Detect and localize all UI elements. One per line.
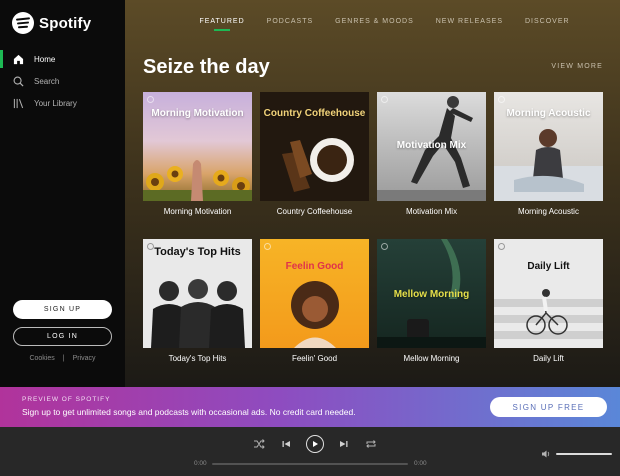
playlist-card[interactable]: Today's Top Hits Today's Top Hits [143, 239, 252, 363]
sign-up-free-button[interactable]: SIGN UP FREE [490, 397, 607, 417]
sidebar-item-label: Your Library [34, 98, 77, 108]
cookies-link[interactable]: Cookies [29, 355, 54, 362]
playlist-card[interactable]: Feelin Good Feelin' Good [260, 239, 369, 363]
view-more-link[interactable]: VIEW MORE [551, 63, 603, 70]
privacy-link[interactable]: Privacy [73, 355, 96, 362]
volume-icon[interactable] [541, 449, 551, 459]
sidebar-item-label: Search [34, 76, 60, 86]
playlist-card[interactable]: Morning Motivation Morning Motivation [143, 92, 252, 216]
sidebar-item-home[interactable]: Home [0, 48, 125, 70]
previous-track-icon[interactable] [279, 437, 293, 451]
logo-text: Spotify [39, 14, 92, 32]
sign-up-button[interactable]: SIGN UP [13, 300, 112, 319]
home-icon [13, 54, 24, 64]
playlist-card[interactable]: Motivation Mix Motivation Mix [377, 92, 486, 216]
playlist-card[interactable]: Mellow Morning Mellow Morning [377, 239, 486, 363]
next-track-icon[interactable] [337, 437, 351, 451]
repeat-icon[interactable] [364, 437, 378, 451]
cover-text: Today's Top Hits [154, 246, 241, 258]
spotify-logo-icon [12, 12, 34, 34]
search-icon [13, 76, 24, 87]
playlist-title[interactable]: Morning Acoustic [494, 207, 603, 216]
playlist-title[interactable]: Country Coffeehouse [260, 207, 369, 216]
log-in-button[interactable]: LOG IN [13, 327, 112, 346]
sidebar-item-label: Home [34, 54, 56, 64]
cyclist-crosswalk-image [494, 289, 603, 339]
playlist-cover[interactable]: Motivation Mix [377, 92, 486, 201]
sidebar-item-search[interactable]: Search [0, 70, 125, 92]
playlist-title[interactable]: Morning Motivation [143, 207, 252, 216]
playlist-card[interactable]: Country Coffeehouse Country Coffeehouse [260, 92, 369, 216]
banner-message: Sign up to get unlimited songs and podca… [22, 407, 356, 417]
cover-text: Daily Lift [527, 261, 570, 272]
cover-text: Motivation Mix [396, 140, 467, 151]
playlist-cover[interactable]: Country Coffeehouse [260, 92, 369, 201]
playlist-title[interactable]: Feelin' Good [260, 354, 369, 363]
browse-tabs: FEATURED PODCASTS GENRES & MOODS NEW REL… [125, 18, 620, 31]
sunflower-field-image [143, 160, 252, 201]
total-time: 0:00 [414, 460, 427, 467]
tab-podcasts[interactable]: PODCASTS [267, 18, 314, 31]
playlist-card[interactable]: Morning Acoustic Morning Acoustic [494, 92, 603, 216]
cover-text: Morning Acoustic [506, 108, 591, 119]
smiling-woman-image [291, 281, 339, 348]
library-icon [13, 98, 24, 108]
progress-bar[interactable] [212, 463, 408, 465]
volume-slider[interactable] [556, 453, 612, 455]
playlist-cover[interactable]: Feelin Good [260, 239, 369, 348]
tab-new-releases[interactable]: NEW RELEASES [436, 18, 503, 31]
playlist-cover[interactable]: Mellow Morning [377, 239, 486, 348]
playlist-cover[interactable]: Morning Motivation [143, 92, 252, 201]
playback-controls [252, 435, 378, 453]
sidebar: Spotify Home Search Your Library SIGN UP… [0, 0, 125, 387]
banner-eyebrow: PREVIEW OF SPOTIFY [22, 396, 111, 403]
tab-genres-moods[interactable]: GENRES & MOODS [335, 18, 414, 31]
cover-text: Mellow Morning [393, 289, 470, 300]
main-content: FEATURED PODCASTS GENRES & MOODS NEW REL… [125, 0, 620, 387]
play-button[interactable] [306, 435, 324, 453]
playlist-title[interactable]: Today's Top Hits [143, 354, 252, 363]
cover-text: Country Coffeehouse [263, 108, 366, 119]
legal-links: Cookies | Privacy [0, 355, 125, 362]
sidebar-nav: Home Search Your Library [0, 48, 125, 114]
playlist-cover[interactable]: Morning Acoustic [494, 92, 603, 201]
playlist-title[interactable]: Daily Lift [494, 354, 603, 363]
playlist-cover[interactable]: Daily Lift [494, 239, 603, 348]
playlist-title[interactable]: Motivation Mix [377, 207, 486, 216]
shuffle-icon[interactable] [252, 437, 266, 451]
tab-discover[interactable]: DISCOVER [525, 18, 570, 31]
cover-text: Feelin Good [285, 261, 344, 272]
elapsed-time: 0:00 [194, 460, 207, 467]
spotify-badge-icon [147, 96, 154, 103]
spotify-logo[interactable]: Spotify [12, 12, 91, 34]
play-icon [313, 441, 318, 447]
playlist-title[interactable]: Mellow Morning [377, 354, 486, 363]
cover-text: Morning Motivation [151, 108, 244, 119]
section-title: Seize the day [143, 56, 270, 78]
playlist-cover[interactable]: Today's Top Hits [143, 239, 252, 348]
sidebar-item-library[interactable]: Your Library [0, 92, 125, 114]
playlist-card[interactable]: Daily Lift Daily Lift [494, 239, 603, 363]
legal-separator: | [62, 355, 65, 362]
player-bar: 0:00 0:00 [0, 427, 620, 476]
tab-featured[interactable]: FEATURED [199, 18, 244, 31]
